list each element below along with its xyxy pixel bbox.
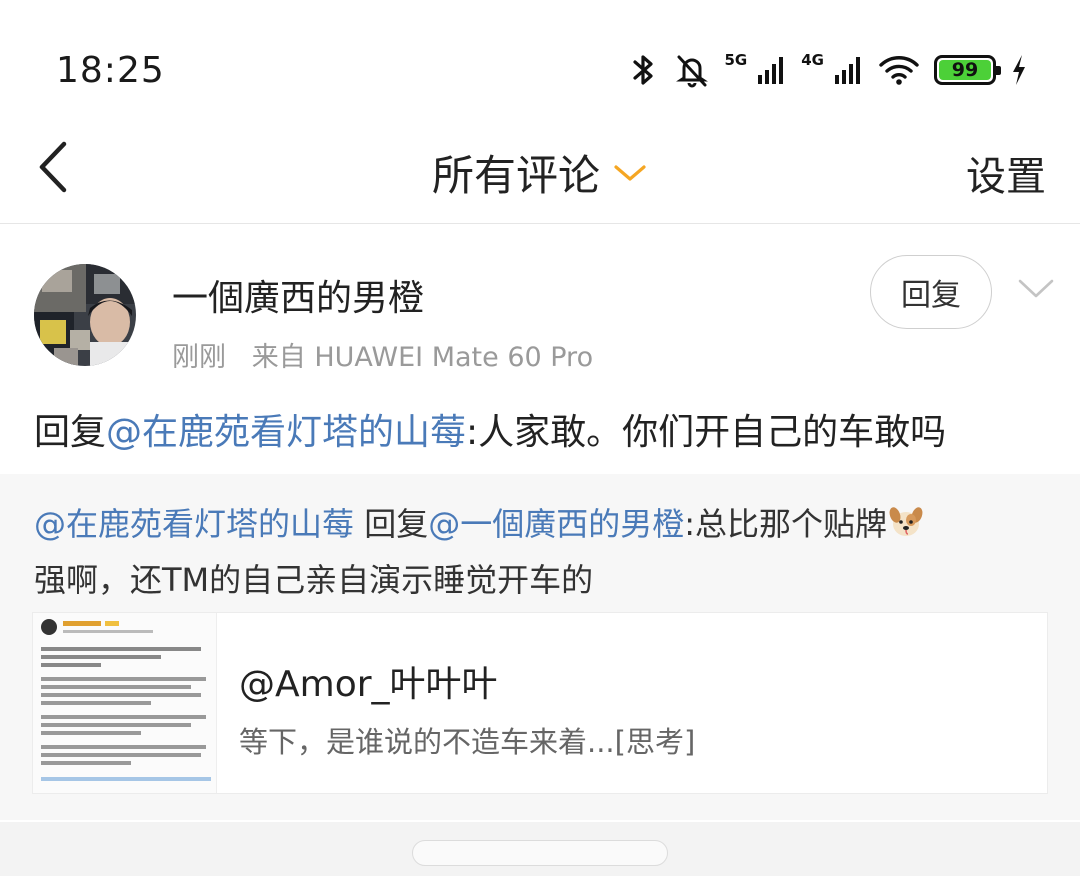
dog-icon [889,507,923,536]
quoted-text-part1: :总比那个贴牌 [684,505,888,543]
settings-button[interactable]: 设置 [966,144,1046,202]
home-indicator[interactable] [412,840,668,866]
quoted-text-part2: 强啊，还TM的自己亲自演示睡觉开车的 [34,561,594,599]
chevron-down-icon[interactable] [1016,275,1056,303]
card-thumbnail [33,613,217,793]
username[interactable]: 一個廣西的男橙 [172,269,424,321]
bluetooth-icon [632,55,653,85]
comment-text-body: :人家敢。你们开自己的车敢吗 [466,412,947,453]
comment-time: 刚刚 [172,342,226,373]
reply-button[interactable]: 回复 [870,255,992,329]
card-title: @Amor_叶叶叶 [239,664,498,705]
mention-link[interactable]: @一個廣西的男橙 [428,505,684,543]
comment-source: 来自 HUAWEI Mate 60 Pro [251,342,594,373]
quoted-text: @在鹿苑看灯塔的山莓 回复@一個廣西的男橙:总比那个贴牌 强啊，还TM的自己亲自… [34,496,1034,608]
chevron-down-icon [614,164,646,181]
quoted-comment[interactable]: @在鹿苑看灯塔的山莓 回复@一個廣西的男橙:总比那个贴牌 强啊，还TM的自己亲自… [0,474,1080,820]
comment-text-prefix: 回复 [34,412,107,453]
comment-text: 回复@在鹿苑看灯塔的山莓:人家敢。你们开自己的车敢吗 [34,403,946,455]
signal-5g-icon [758,57,784,84]
comment-filter-dropdown[interactable]: 所有评论 [0,142,1080,203]
link-card[interactable]: @Amor_叶叶叶 等下，是谁说的不造车来着...[思考] [32,612,1048,794]
battery-level: 99 [939,59,991,81]
battery-icon: 99 [934,55,1001,85]
comment-meta: 刚刚 来自 HUAWEI Mate 60 Pro [172,335,593,374]
status-time: 18:25 [56,50,165,91]
comment-item: 一個廣西的男橙 刚刚 来自 HUAWEI Mate 60 Pro 回复 回复@在… [0,225,1080,473]
mute-bell-icon [675,55,708,88]
card-description: 等下，是谁说的不造车来着...[思考] [239,725,696,759]
avatar[interactable] [34,264,136,366]
mention-link[interactable]: @在鹿苑看灯塔的山莓 [34,505,354,543]
nav-bar: 所有评论 设置 [0,120,1080,224]
wifi-icon [879,56,919,85]
battery-cap [996,66,1001,75]
page-title: 所有评论 [431,151,600,200]
mention-link[interactable]: @在鹿苑看灯塔的山莓 [106,412,466,453]
status-bar: 18:25 5G 4G 99 [0,0,1080,120]
charging-icon [1013,55,1025,85]
network-5g-label: 5G [724,51,748,69]
network-4g-label: 4G [801,51,824,69]
status-icons: 5G 4G 99 [629,48,1029,92]
quoted-reply-word: 回复 [354,505,429,543]
signal-4g-icon [835,57,860,84]
